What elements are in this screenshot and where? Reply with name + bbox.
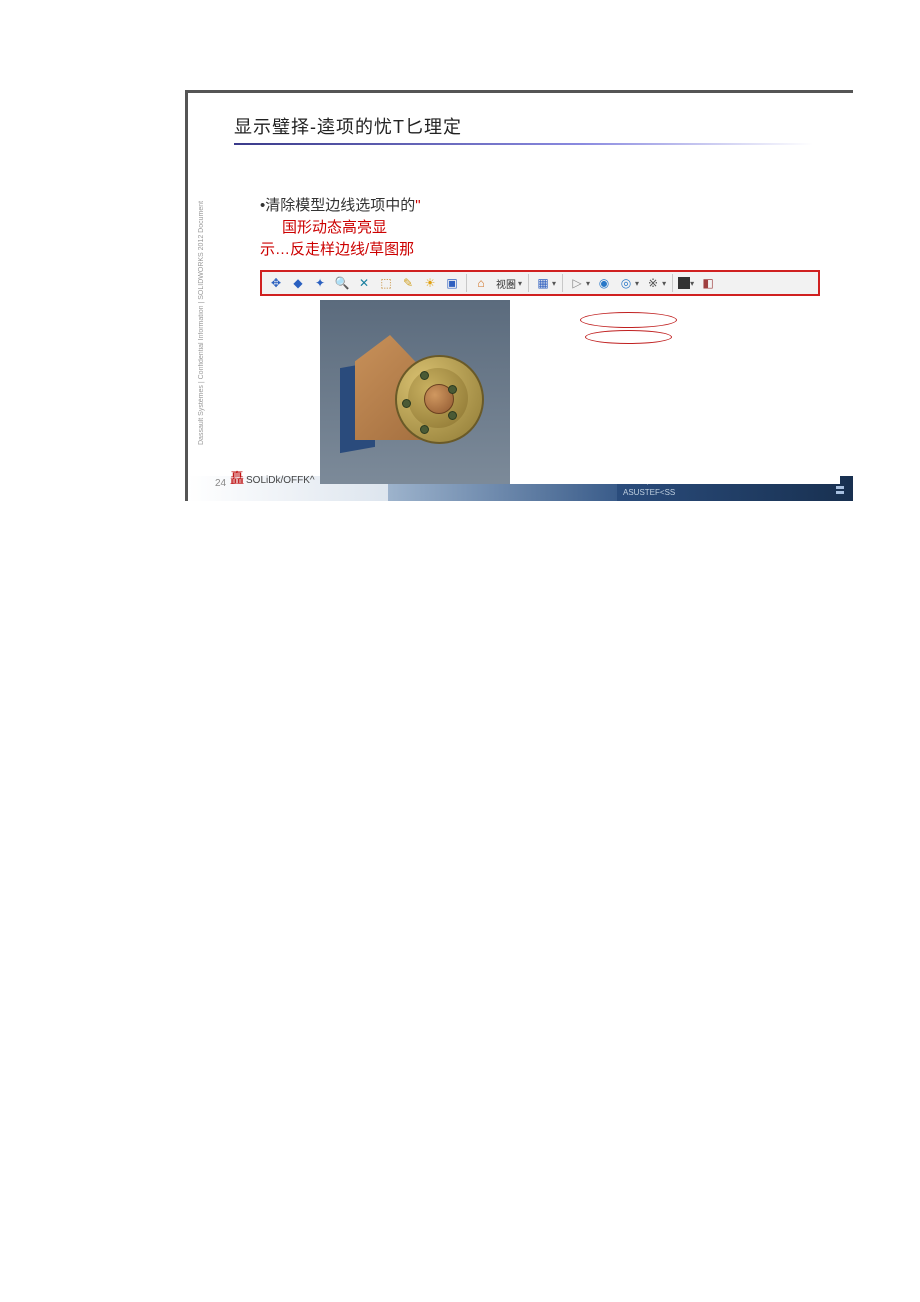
bolt-hole	[420, 371, 429, 380]
hide-show-icon[interactable]: ◧	[699, 274, 717, 292]
bolt-hole	[448, 411, 457, 420]
annotation-ellipses	[580, 312, 677, 346]
bullet-line-1: •清除模型边线选项中的"	[260, 195, 421, 217]
view-dropdown-icon[interactable]: ▾	[518, 279, 522, 288]
bullet-text-block: •清除模型边线选项中的" 国形动态高亮显 示…反走样边线/草图那	[260, 195, 421, 260]
bolt-hole	[402, 399, 411, 408]
logo-char: 矗	[230, 468, 244, 488]
toolbar-separator	[466, 274, 467, 292]
zoom-icon[interactable]: 🔍	[333, 274, 351, 292]
move-icon[interactable]: ✦	[311, 274, 329, 292]
home-icon[interactable]: ⌂	[472, 274, 490, 292]
color-swatch-icon[interactable]	[678, 277, 690, 289]
display-style-icon[interactable]: ▦	[534, 274, 552, 292]
perspective-icon[interactable]: ▷	[568, 274, 586, 292]
dropdown-icon[interactable]: ▾	[586, 279, 590, 288]
footer-corner-icon: 〓	[835, 482, 845, 497]
annotation-ellipse	[585, 330, 672, 344]
cad-viewport[interactable]	[320, 300, 840, 484]
footer-logo: 矗 SOLiDk/OFFK^	[230, 468, 315, 488]
bolt-hole	[420, 425, 429, 434]
bullet-line-2: 国形动态高亮显	[260, 217, 421, 239]
section-icon[interactable]: ▣	[443, 274, 461, 292]
slide-title: 显示璧择-逵项的忧T匕理定	[234, 113, 813, 139]
annotation-ellipse	[580, 312, 677, 328]
view-label[interactable]: 视圏	[496, 276, 516, 291]
render-icon[interactable]: ◎	[617, 274, 635, 292]
zoom-window-icon[interactable]: ◆	[289, 274, 307, 292]
vertical-copyright: Dassault Systèmes | Confidential Informa…	[198, 185, 210, 475]
measure-icon[interactable]: ✎	[399, 274, 417, 292]
model-background	[320, 300, 510, 484]
page-number: 24	[215, 478, 226, 489]
dropdown-icon[interactable]: ▾	[662, 279, 666, 288]
wireframe-icon[interactable]: ※	[644, 274, 662, 292]
title-underline	[234, 143, 813, 145]
logo-text: SOLiDk/OFFK^	[246, 475, 315, 486]
dropdown-icon[interactable]: ▾	[552, 279, 556, 288]
bullet-text-1a: •清除模型边线选项中的	[260, 197, 415, 214]
cad-toolbar: ✥ ◆ ✦ 🔍 ✕ ⬚ ✎ ☀ ▣ ⌂ 视圏 ▾ ▦ ▾ ▷ ▾ ◉ ◎ ▾ ※…	[260, 270, 820, 296]
toolbar-separator	[562, 274, 563, 292]
toolbar-separator	[672, 274, 673, 292]
footer-text-line2: ASUSTEF<SS	[623, 488, 675, 497]
slide-title-area: 显示璧择-逵项的忧T匕理定	[188, 93, 853, 151]
dropdown-icon[interactable]: ▾	[635, 279, 639, 288]
toolbar-separator	[528, 274, 529, 292]
bracket-assembly-model[interactable]	[340, 325, 475, 455]
rotate-icon[interactable]: ✕	[355, 274, 373, 292]
bolt-hole	[448, 385, 457, 394]
zoom-fit-icon[interactable]: ⬚	[377, 274, 395, 292]
dropdown-icon[interactable]: ▾	[690, 279, 694, 288]
document-page: 显示璧择-逵项的忧T匕理定 OASS; IFB ASUSTEF<SS 〓 Das…	[0, 0, 920, 1302]
shaded-icon[interactable]: ◉	[595, 274, 613, 292]
copyright-text: Dassault Systèmes | Confidential Informa…	[198, 185, 205, 445]
pan-icon[interactable]: ✥	[267, 274, 285, 292]
appearance-icon[interactable]: ☀	[421, 274, 439, 292]
bullet-quote-mark: "	[415, 197, 420, 214]
bullet-line-3: 示…反走样边线/草图那	[260, 239, 421, 261]
